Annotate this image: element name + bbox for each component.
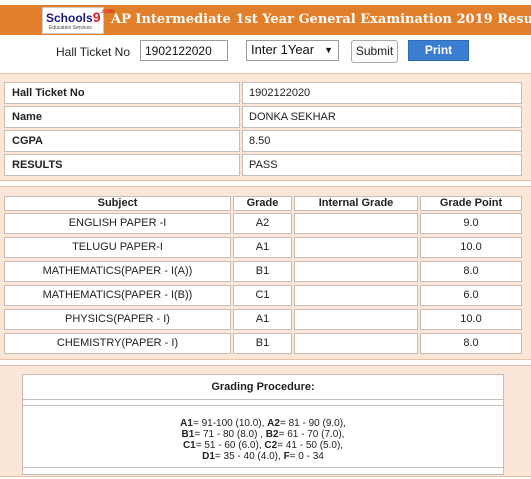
grade-range: = 41 - 50 (5.0), (277, 440, 344, 451)
grade-code: A1 (180, 418, 193, 429)
grade-point-cell: 6.0 (420, 285, 522, 306)
info-label-name: Name (4, 106, 240, 128)
internal-grade-cell (294, 213, 418, 234)
grading-panel: Grading Procedure: A1= 91-100 (10.0), A2… (0, 365, 531, 477)
grade-point-cell: 9.0 (420, 213, 522, 234)
subject-cell: PHYSICS(PAPER - I) (4, 309, 231, 330)
grade-range: = 35 - 40 (4.0), (214, 451, 284, 462)
grade-range: = 81 - 90 (9.0), (279, 418, 346, 429)
info-value-hall-ticket: 1902122020 (242, 82, 522, 104)
col-header-internal-grade: Internal Grade (294, 196, 418, 211)
grade-cell: A1 (233, 237, 292, 258)
page-header: Schools9.com Education Services AP Inter… (0, 5, 531, 35)
hall-ticket-input[interactable] (140, 40, 228, 61)
subject-cell: CHEMISTRY(PAPER - I) (4, 333, 231, 354)
student-info-panel: Hall Ticket No 1902122020 Name DONKA SEK… (0, 73, 531, 181)
info-value-results: PASS (242, 154, 522, 176)
print-button[interactable]: Print (408, 40, 469, 61)
subject-cell: TELUGU PAPER-I (4, 237, 231, 258)
grade-point-cell: 8.0 (420, 333, 522, 354)
search-bar: Hall Ticket No Inter 1Year ▼ Submit Prin… (0, 35, 531, 68)
grade-range: = 91-100 (10.0), (192, 418, 268, 429)
info-label-hall-ticket: Hall Ticket No (4, 82, 240, 104)
grading-line: D1= 35 - 40 (4.0), F= 0 - 34 (23, 451, 503, 462)
grading-scale: A1= 91-100 (10.0), A2= 81 - 90 (9.0), B1… (23, 405, 503, 468)
grading-box: Grading Procedure: A1= 91-100 (10.0), A2… (22, 374, 504, 475)
grade-cell: B1 (233, 261, 292, 282)
internal-grade-cell (294, 261, 418, 282)
grade-range: = 71 - 80 (8.0) , (194, 429, 266, 440)
grade-cell: C1 (233, 285, 292, 306)
submit-button[interactable]: Submit (351, 40, 398, 63)
grade-code: B2 (265, 429, 279, 440)
subject-cell: MATHEMATICS(PAPER - I(B)) (4, 285, 231, 306)
info-label-cgpa: CGPA (4, 130, 240, 152)
hall-ticket-label: Hall Ticket No (56, 45, 131, 59)
grading-line: C1= 51 - 60 (6.0), C2= 41 - 50 (5.0), (23, 440, 503, 451)
page-title: AP Intermediate 1st Year General Examina… (111, 12, 531, 27)
grade-point-cell: 10.0 (420, 237, 522, 258)
year-select-value: Inter 1Year (251, 42, 315, 57)
logo-name: Schools (46, 11, 93, 25)
grade-range: = 61 - 70 (7.0), (278, 429, 345, 440)
grade-code: A2 (267, 418, 280, 429)
grade-cell: B1 (233, 333, 292, 354)
schools9-logo[interactable]: Schools9.com Education Services (42, 7, 115, 34)
grade-code: C1 (182, 440, 196, 451)
info-label-results: RESULTS (4, 154, 240, 176)
dropdown-arrow-icon: ▼ (324, 45, 333, 55)
subject-cell: ENGLISH PAPER -I (4, 213, 231, 234)
info-value-cgpa: 8.50 (242, 130, 522, 152)
grade-point-cell: 8.0 (420, 261, 522, 282)
grade-code: C2 (264, 440, 278, 451)
marks-panel: Subject Grade Internal Grade Grade Point… (0, 186, 531, 360)
grade-cell: A1 (233, 309, 292, 330)
grade-range: = 0 - 34 (289, 451, 324, 462)
col-header-grade-point: Grade Point (420, 196, 522, 211)
grade-range: = 51 - 60 (6.0), (195, 440, 265, 451)
internal-grade-cell (294, 237, 418, 258)
grade-code: D1 (202, 451, 215, 462)
grading-line: B1= 71 - 80 (8.0) , B2= 61 - 70 (7.0), (23, 429, 503, 440)
grade-code: B1 (181, 429, 195, 440)
col-header-grade: Grade (233, 196, 292, 211)
subject-cell: MATHEMATICS(PAPER - I(A)) (4, 261, 231, 282)
info-value-name: DONKA SEKHAR (242, 106, 522, 128)
grading-line: A1= 91-100 (10.0), A2= 81 - 90 (9.0), (23, 418, 503, 429)
grade-point-cell: 10.0 (420, 309, 522, 330)
logo-tagline: Education Services (49, 25, 92, 31)
internal-grade-cell (294, 309, 418, 330)
grading-title: Grading Procedure: (23, 375, 503, 400)
internal-grade-cell (294, 285, 418, 306)
col-header-subject: Subject (4, 196, 231, 211)
grade-cell: A2 (233, 213, 292, 234)
year-select[interactable]: Inter 1Year ▼ (246, 40, 339, 61)
internal-grade-cell (294, 333, 418, 354)
